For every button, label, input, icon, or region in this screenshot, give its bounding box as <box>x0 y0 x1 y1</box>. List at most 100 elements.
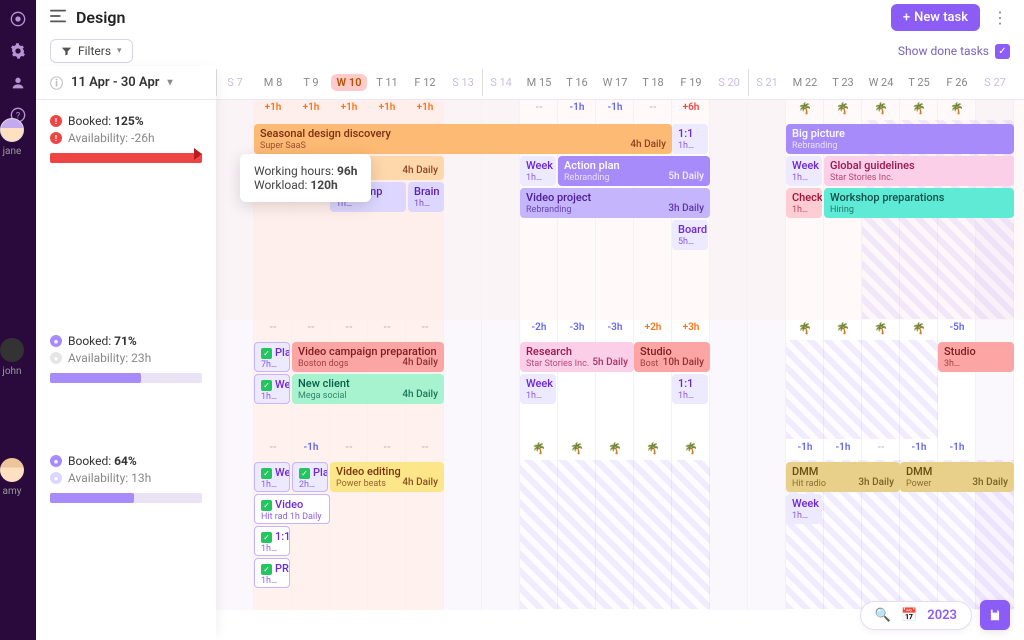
task-card[interactable]: ResearchStar Stories Inc.5h Daily <box>520 342 634 372</box>
day-header[interactable]: W 17 <box>596 66 634 99</box>
new-task-button[interactable]: + New task <box>891 4 980 31</box>
hour-delta: -- <box>330 442 368 453</box>
day-header[interactable]: M 8 <box>254 66 292 99</box>
task-card[interactable]: DMMPower3h Daily <box>900 462 1014 492</box>
date-range-picker[interactable]: ⓘ 11 Apr - 30 Apr ▾ <box>36 66 216 100</box>
person-name: john <box>2 366 21 377</box>
day-header[interactable]: T 18 <box>634 66 672 99</box>
save-view-button[interactable] <box>980 600 1010 630</box>
user-icon[interactable] <box>9 74 27 92</box>
day-header[interactable]: T 9 <box>292 66 330 99</box>
task-card[interactable]: Week1h… <box>786 156 822 186</box>
task-card[interactable]: DMMHit radio3h Daily <box>786 462 900 492</box>
filter-icon <box>61 46 72 57</box>
hour-delta: -1h <box>900 442 938 453</box>
task-card[interactable]: Check1h… <box>786 188 822 218</box>
task-card[interactable]: Video projectRebranding3h Daily <box>520 188 710 218</box>
task-card[interactable]: Week1h… <box>520 156 556 186</box>
task-card[interactable]: Seasonal design discoverySuper SaaS4h Da… <box>254 124 672 154</box>
clock-icon: ● <box>50 455 62 467</box>
task-card[interactable]: Week1h… <box>786 494 822 524</box>
timeline: Show availability S 7M 8T 9W 10T 11F 12S… <box>216 66 1024 640</box>
day-header[interactable]: M 15 <box>520 66 558 99</box>
day-header[interactable]: S 7 <box>216 66 254 99</box>
chevron-down-icon: ▾ <box>117 46 122 56</box>
hour-delta: +1h <box>406 102 444 113</box>
task-card[interactable]: ✓1:11h… <box>254 526 290 556</box>
logo-icon[interactable] <box>9 10 27 28</box>
avatar[interactable] <box>0 118 24 142</box>
hour-delta: 🌴 <box>862 102 900 115</box>
avatar[interactable] <box>0 458 24 482</box>
calendar-header: S 7M 8T 9W 10T 11F 12S 13S 14M 15T 16W 1… <box>216 66 1024 100</box>
hour-delta: 🌴 <box>786 322 824 335</box>
hour-delta: +6h <box>672 102 710 113</box>
calendar-icon: 📅 <box>901 608 917 623</box>
avatar[interactable] <box>0 338 24 362</box>
zoom-icon: 🔍 <box>875 608 891 623</box>
clock-icon: ● <box>50 335 62 347</box>
gear-icon[interactable] <box>9 42 27 60</box>
hour-delta: -1h <box>596 102 634 113</box>
day-header[interactable]: T 25 <box>900 66 938 99</box>
hour-delta: 🌴 <box>634 442 672 455</box>
day-header[interactable]: T 23 <box>824 66 862 99</box>
hour-delta: -1h <box>558 102 596 113</box>
menu-icon[interactable] <box>50 8 66 27</box>
task-card[interactable]: ✓We1h… <box>254 462 290 492</box>
task-card[interactable]: ✓We1h… <box>254 374 290 404</box>
day-header[interactable]: W 24 <box>862 66 900 99</box>
task-card[interactable]: Video campaign preparationBoston dogs4h … <box>292 342 444 372</box>
task-card[interactable]: Studio3h… <box>938 342 1014 372</box>
plus-icon: + <box>903 10 910 25</box>
year-selector[interactable]: 🔍 📅 2023 <box>860 601 972 630</box>
task-card[interactable]: Global guidelinesStar Stories Inc. <box>824 156 1014 186</box>
task-card[interactable]: 1:11h… <box>672 374 708 404</box>
lane-amy: ---1h------🌴🌴🌴🌴🌴-1h-1h---1h-1h ✓We1h… ✓P… <box>216 440 1024 610</box>
day-header[interactable]: S 14 <box>482 66 520 99</box>
day-header[interactable]: F 19 <box>672 66 710 99</box>
task-card[interactable]: Video editingPower beats4h Daily <box>330 462 444 492</box>
info-icon: ⓘ <box>50 73 63 92</box>
day-header[interactable]: S 20 <box>710 66 748 99</box>
task-card[interactable]: Workshop preparationsHiring <box>824 188 1014 218</box>
task-card[interactable]: Board5h… <box>672 220 708 250</box>
lane-jane: +1h+1h+1h+1h+1h---1h-1h--+6h🌴🌴🌴🌴🌴 Season… <box>216 100 1024 320</box>
workload-bar[interactable] <box>50 153 202 163</box>
day-header[interactable]: M 22 <box>786 66 824 99</box>
day-header[interactable]: W 10 <box>330 66 368 99</box>
warning-icon: ! <box>50 115 62 127</box>
workload-bar[interactable] <box>50 373 202 383</box>
person-card-jane: jane !Booked: 125% !Availability: -26h <box>36 100 216 320</box>
show-done-toggle[interactable]: Show done tasks ✓ <box>898 44 1010 59</box>
task-card[interactable]: New clientMega social4h Daily <box>292 374 444 404</box>
more-icon[interactable]: ⋮ <box>990 8 1010 27</box>
hour-delta: -1h <box>292 442 330 453</box>
task-card[interactable]: Action planRebranding5h Daily <box>558 156 710 186</box>
app-sidebar: ? <box>0 0 36 640</box>
day-header[interactable]: F 26 <box>938 66 976 99</box>
hour-delta: -1h <box>824 442 862 453</box>
day-header[interactable]: F 12 <box>406 66 444 99</box>
filters-button[interactable]: Filters ▾ <box>50 39 133 63</box>
task-card[interactable]: Brain1h… <box>408 182 444 212</box>
task-card[interactable]: StudioBost10h Daily <box>634 342 710 372</box>
day-header[interactable]: T 11 <box>368 66 406 99</box>
day-header[interactable]: S 13 <box>444 66 482 99</box>
task-card[interactable]: ✓Pla2h… <box>292 462 328 492</box>
workload-bar[interactable] <box>50 493 202 503</box>
hour-delta: -- <box>368 322 406 333</box>
task-card[interactable]: Big pictureRebranding <box>786 124 1014 154</box>
day-header[interactable]: T 16 <box>558 66 596 99</box>
day-header[interactable]: S 27 <box>976 66 1014 99</box>
task-card[interactable]: ✓Pla7h… <box>254 342 290 372</box>
task-card[interactable]: ✓PR1h… <box>254 558 290 588</box>
task-card[interactable]: ✓VideoHit rad 1h Daily <box>254 494 330 524</box>
task-card[interactable]: Week1h… <box>520 374 556 404</box>
availability-icon: ● <box>50 472 62 484</box>
workload-tooltip: Working hours: 96h Workload: 120h <box>240 154 371 202</box>
task-card[interactable]: 1:11h… <box>672 124 708 154</box>
day-header[interactable]: S 21 <box>748 66 786 99</box>
hour-delta: +1h <box>368 102 406 113</box>
hour-delta: 🌴 <box>520 442 558 455</box>
